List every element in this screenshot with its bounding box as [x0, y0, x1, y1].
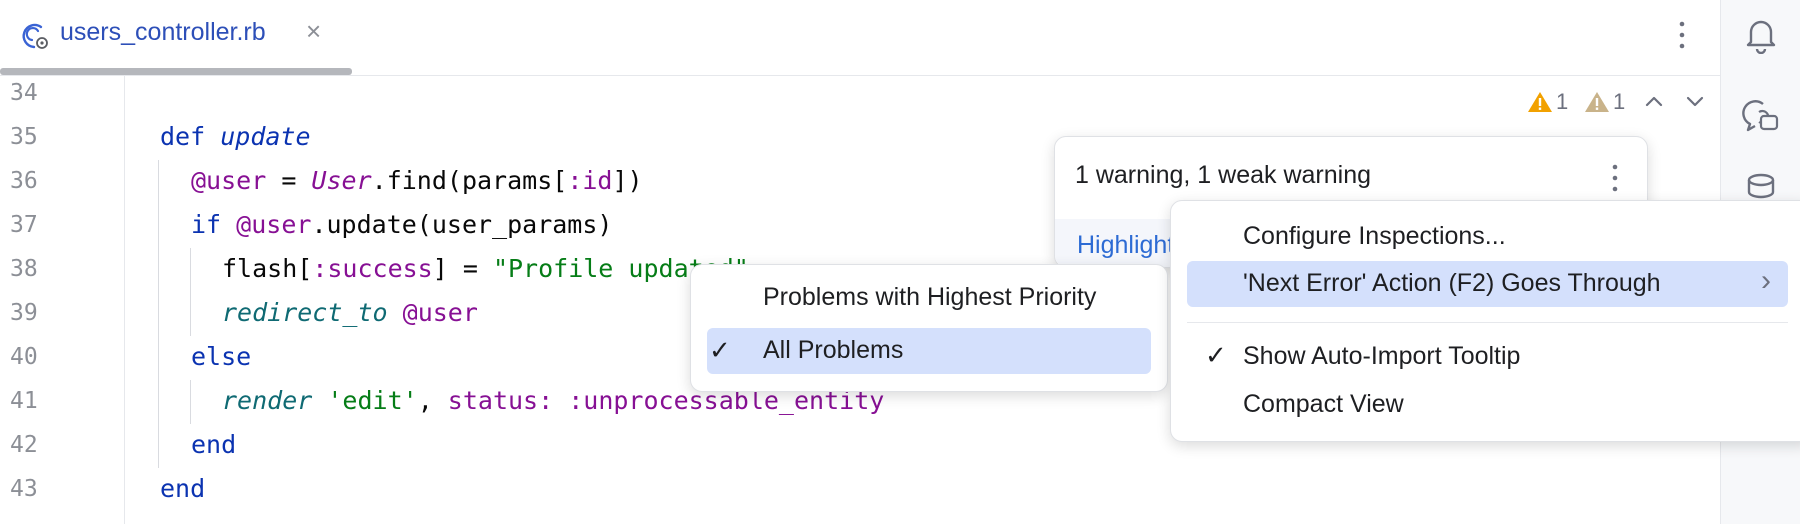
indent-guide	[190, 248, 191, 336]
menu-item-auto-import-tooltip[interactable]: ✓ Show Auto-Import Tooltip	[1171, 333, 1791, 379]
line-number: 41	[10, 388, 38, 414]
notifications-bell-icon[interactable]	[1741, 14, 1781, 54]
code-line-37: if @user.update(user_params)	[191, 210, 613, 239]
ruby-controller-icon	[22, 23, 48, 49]
close-tab-icon[interactable]: ×	[306, 16, 321, 47]
ai-assistant-icon[interactable]	[1741, 96, 1781, 136]
line-number: 34	[10, 80, 38, 106]
code-line-42: end	[191, 430, 237, 459]
weak-warning-icon	[1585, 92, 1609, 112]
menu-item-label: Configure Inspections...	[1243, 222, 1506, 250]
menu-item-label: All Problems	[763, 336, 904, 364]
code-line-36: @user = User.find(params[:id])	[191, 166, 643, 195]
line-number: 39	[10, 300, 38, 326]
line-number: 38	[10, 256, 38, 282]
menu-item-configure-inspections[interactable]: Configure Inspections...	[1171, 213, 1791, 259]
menu-item-label: Compact View	[1243, 390, 1404, 418]
chevron-up-icon[interactable]	[1643, 92, 1665, 110]
warning-icon	[1528, 92, 1552, 112]
tab-filename: users_controller.rb	[60, 18, 266, 46]
menu-item-highest-priority[interactable]: Problems with Highest Priority	[691, 275, 1167, 321]
weak-warnings-count: 1	[1613, 89, 1626, 114]
menu-item-all-problems[interactable]: ✓ All Problems	[707, 328, 1151, 374]
code-line-38: flash[:success] = "Profile updated"	[222, 254, 749, 283]
code-line-39: redirect_to @user	[222, 298, 478, 327]
editor-tab-users-controller[interactable]: users_controller.rb ×	[0, 0, 352, 75]
inspection-options-menu: Configure Inspections... 'Next Error' Ac…	[1170, 200, 1800, 442]
line-number: 36	[10, 168, 38, 194]
line-number: 40	[10, 344, 38, 370]
line-number-gutter: 34 35 36 37 38 39 40 41 42 43	[0, 76, 125, 524]
line-number: 37	[10, 212, 38, 238]
menu-item-label: 'Next Error' Action (F2) Goes Through	[1243, 269, 1661, 297]
active-tab-indicator	[0, 68, 352, 75]
editor-tab-bar: users_controller.rb ×	[0, 0, 1720, 76]
line-number: 35	[10, 124, 38, 150]
menu-item-label: Show Auto-Import Tooltip	[1243, 342, 1521, 370]
next-error-submenu: Problems with Highest Priority ✓ All Pro…	[690, 264, 1168, 392]
problems-summary-title: 1 warning, 1 weak warning	[1075, 161, 1371, 189]
more-vertical-icon[interactable]	[1672, 17, 1692, 53]
indent-guide	[190, 380, 191, 424]
code-line-40: else	[191, 342, 252, 371]
code-line-35: def update	[160, 122, 311, 151]
menu-item-next-error-action[interactable]: 'Next Error' Action (F2) Goes Through ›	[1187, 261, 1788, 307]
code-line-43: end	[160, 474, 206, 503]
check-icon: ✓	[709, 335, 731, 365]
menu-item-label: Problems with Highest Priority	[763, 283, 1097, 311]
line-number: 42	[10, 432, 38, 458]
chevron-down-icon[interactable]	[1684, 92, 1706, 110]
highlight-link[interactable]: Highlight	[1077, 231, 1174, 260]
warnings-count: 1	[1556, 89, 1569, 114]
check-icon: ✓	[1205, 340, 1227, 370]
line-number: 43	[10, 476, 38, 502]
indent-guide	[158, 160, 159, 468]
more-vertical-icon[interactable]	[1605, 161, 1625, 195]
submenu-arrow-icon: ›	[1761, 264, 1771, 297]
menu-separator	[1187, 322, 1788, 323]
menu-item-compact-view[interactable]: Compact View	[1171, 381, 1791, 427]
